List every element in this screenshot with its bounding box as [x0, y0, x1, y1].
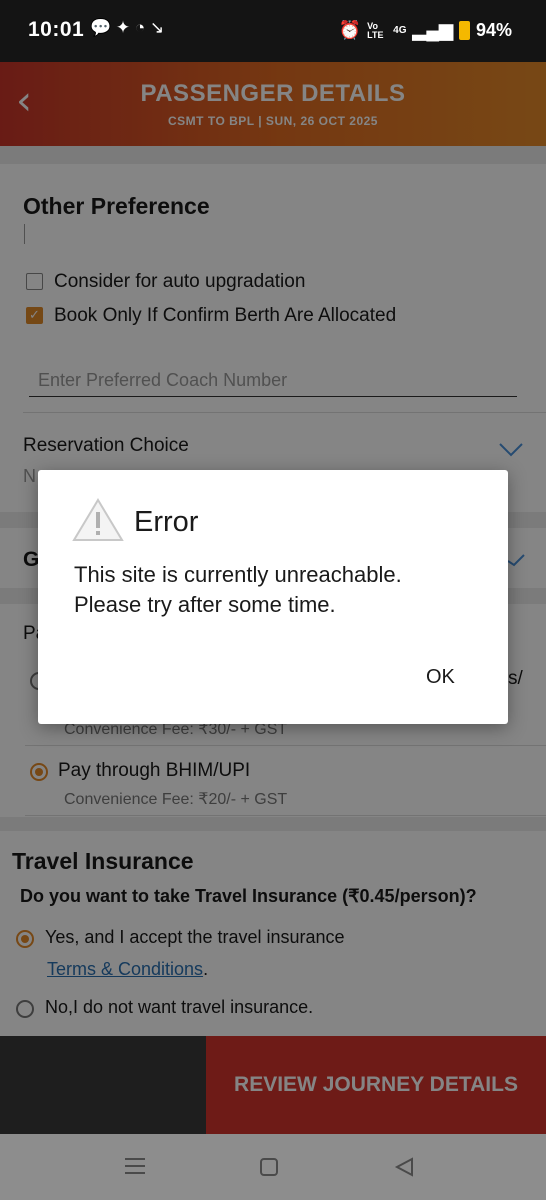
whatsapp-icon: ◔ — [134, 18, 146, 37]
dialog-message-line2: Please try after some time. — [74, 592, 336, 617]
notification-icons: 💬 ✦ ◔ ↘ — [90, 18, 164, 38]
status-bar: 10:01 💬 ✦ ◔ ↘ ⏰ Vo LTE 4G ▂▄▆ 94% — [0, 0, 546, 62]
error-dialog: Error This site is currently unreachable… — [38, 470, 508, 724]
battery-icon — [458, 21, 470, 40]
missed-call-icon: ↘ — [149, 18, 165, 37]
alarm-icon: ⏰ — [338, 20, 362, 40]
signal-icon: ▂▄▆ — [412, 20, 453, 40]
volte-label: Vo LTE — [367, 20, 384, 40]
status-time: 10:01 — [28, 18, 85, 41]
recent-apps-icon[interactable] — [124, 1156, 146, 1176]
dialog-title: Error — [134, 506, 199, 538]
back-nav-icon[interactable] — [394, 1157, 414, 1177]
chat-icon: 💬 — [90, 18, 112, 37]
battery-percent: 94% — [475, 20, 512, 40]
status-right: ⏰ Vo LTE 4G ▂▄▆ 94% — [339, 20, 512, 41]
dialog-message-line1: This site is currently unreachable. — [74, 562, 402, 587]
home-icon[interactable] — [260, 1158, 278, 1176]
system-nav-bar — [0, 1134, 546, 1200]
ok-button[interactable]: OK — [426, 666, 455, 689]
app-notification-icon: ✦ — [115, 18, 131, 37]
warning-icon — [72, 498, 124, 541]
network-gen: 4G — [393, 25, 407, 36]
